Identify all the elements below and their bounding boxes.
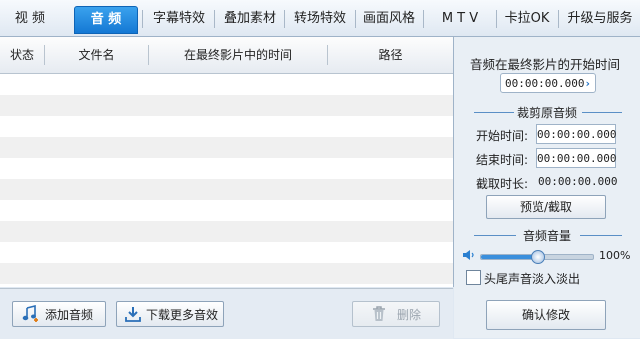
volume-section-title: 音频音量 [522,229,571,243]
trim-end-label: 结束时间: [476,153,529,167]
download-more-label: 下载更多音效 [146,308,219,322]
tab-transition-effects[interactable]: 转场特效 [286,6,354,32]
column-header-status[interactable]: 状态 [0,37,44,73]
speaker-icon[interactable] [462,248,476,262]
trim-end-value: 00:00:00.000 [537,152,617,165]
list-row[interactable] [0,74,453,95]
audio-settings-panel: 音频在最终影片的开始时间 00:00:00.000 › 裁剪原音频 开始时间: … [454,37,640,338]
list-row[interactable] [0,179,453,200]
list-row[interactable] [0,137,453,158]
duration-label: 截取时长: [476,177,529,191]
bottom-toolbar: 添加音频 下载更多音效 删除 [0,288,453,339]
main-tab-bar: 视 频 音 频 字幕特效 叠加素材 转场特效 画面风格 M T V 卡拉OK 升… [0,0,640,37]
column-header-time[interactable]: 在最终影片中的时间 [149,37,327,73]
audio-list-rows[interactable] [0,74,453,287]
list-row[interactable] [0,263,453,284]
tab-picture-style[interactable]: 画面风格 [356,6,422,32]
section-divider [474,112,514,113]
list-row[interactable] [0,116,453,137]
volume-slider-fill [481,255,537,259]
trim-section-title: 裁剪原音频 [516,106,577,120]
volume-percent: 100% [599,249,631,262]
duration-value: 00:00:00.000 [538,175,618,188]
trim-start-input[interactable]: 00:00:00.000 [536,124,616,144]
delete-button[interactable]: 删除 [352,301,440,327]
download-more-effects-button[interactable]: 下载更多音效 [116,301,224,327]
audio-list-panel: 状态 文件名 在最终影片中的时间 路径 [0,37,454,287]
chevron-right-icon[interactable]: › [584,74,591,94]
tab-separator [423,10,424,28]
fade-in-out-label: 头尾声音淡入淡出 [484,272,581,286]
movie-start-time-value: 00:00:00.000 [505,77,585,90]
volume-slider-track[interactable] [480,250,594,264]
add-audio-label: 添加音频 [45,308,94,322]
column-header-filename[interactable]: 文件名 [45,37,148,73]
list-row[interactable] [0,95,453,116]
start-time-in-movie-label: 音频在最终影片的开始时间 [470,57,621,72]
tab-video[interactable]: 视 频 [4,6,56,32]
list-header: 状态 文件名 在最终影片中的时间 路径 [0,37,453,74]
list-row[interactable] [0,221,453,242]
trim-end-input[interactable]: 00:00:00.000 [536,148,616,168]
preview-trim-button[interactable]: 预览/截取 [486,195,606,219]
list-row[interactable] [0,158,453,179]
section-divider [582,112,622,113]
tab-upgrade-service[interactable]: 升级与服务 [560,6,640,32]
tab-separator [214,10,215,28]
list-row[interactable] [0,242,453,263]
tab-separator [558,10,559,28]
volume-slider-knob[interactable] [531,250,545,264]
trim-section-header: 裁剪原音频 [454,104,640,120]
tab-audio[interactable]: 音 频 [74,6,138,34]
confirm-modify-button[interactable]: 确认修改 [486,300,606,330]
delete-label: 删除 [397,308,422,322]
tab-separator [142,10,143,28]
section-divider [580,235,622,236]
fade-in-out-checkbox[interactable] [466,270,481,285]
tab-subtitle-effects[interactable]: 字幕特效 [145,6,213,32]
tab-separator [284,10,285,28]
volume-section-header: 音频音量 [454,227,640,243]
trash-icon [373,306,385,321]
trim-start-label: 开始时间: [476,129,529,143]
movie-start-time-input[interactable]: 00:00:00.000 › [500,73,596,93]
tab-mtv[interactable]: M T V [425,6,495,32]
download-icon [125,307,141,322]
tab-overlay-materials[interactable]: 叠加素材 [216,6,284,32]
music-add-icon [22,305,38,322]
section-divider [474,235,516,236]
tab-karaoke[interactable]: 卡拉OK [498,6,556,32]
list-row[interactable] [0,200,453,221]
add-audio-button[interactable]: 添加音频 [12,301,106,327]
trim-start-value: 00:00:00.000 [537,128,617,141]
tab-separator [496,10,497,28]
column-header-path[interactable]: 路径 [328,37,453,73]
